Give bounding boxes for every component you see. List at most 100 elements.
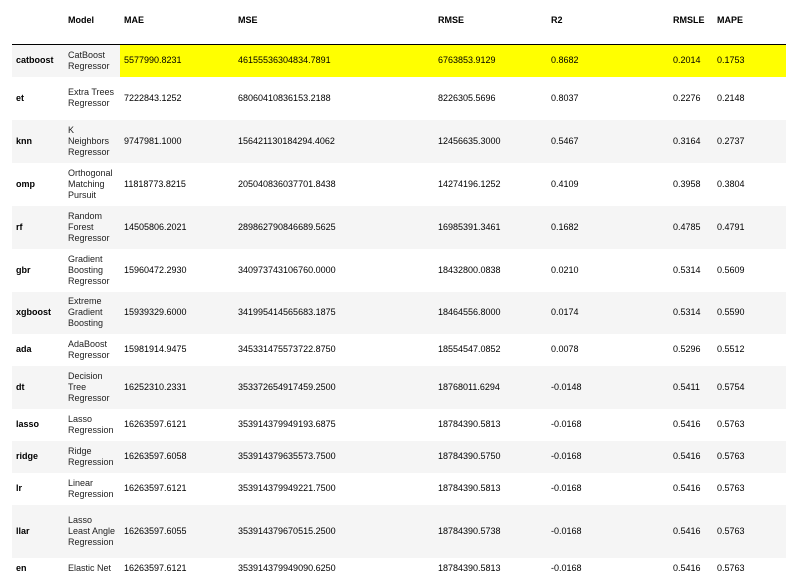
row-index: llar bbox=[16, 525, 30, 536]
mape-cell: 0.4791 bbox=[717, 221, 745, 232]
mse-cell: 353914379949193.6875 bbox=[238, 419, 336, 429]
model-name: Ridge Regression bbox=[68, 445, 114, 467]
mape-cell: 0.5609 bbox=[717, 264, 745, 275]
mse-cell: 205040836037701.8438 bbox=[238, 178, 336, 189]
model-name: Decision Tree Regressor bbox=[68, 370, 110, 403]
rmse-cell: 16985391.3461 bbox=[438, 221, 501, 232]
r2-cell: 0.5467 bbox=[551, 135, 579, 146]
row-index: rf bbox=[16, 221, 23, 232]
mae-cell: 16263597.6121 bbox=[124, 563, 187, 573]
header-mape: MAPE bbox=[713, 8, 786, 45]
rmse-cell: 12456635.3000 bbox=[438, 135, 501, 146]
table-row: ridge Ridge Regression 16263597.6058 353… bbox=[12, 440, 786, 473]
model-name: Random Forest Regressor bbox=[68, 210, 110, 243]
model-name: Extra Trees Regressor bbox=[68, 87, 115, 108]
rmse-cell: 18554547.0852 bbox=[438, 344, 501, 354]
rmsle-cell: 0.5314 bbox=[673, 264, 701, 275]
row-index: et bbox=[16, 92, 25, 103]
r2-cell: 0.4109 bbox=[551, 178, 579, 189]
mae-cell: 14505806.2021 bbox=[124, 221, 187, 232]
r2-cell: -0.0168 bbox=[551, 451, 582, 461]
mape-cell: 0.2737 bbox=[717, 135, 745, 146]
mape-cell: 0.1753 bbox=[713, 44, 786, 77]
mape-cell: 0.5754 bbox=[717, 381, 745, 392]
mae-cell: 11818773.8215 bbox=[124, 178, 186, 189]
rmse-cell: 8226305.5696 bbox=[438, 92, 496, 103]
rmsle-cell: 0.5416 bbox=[673, 419, 701, 429]
table-row: llar Lasso Least Angle Regression 162635… bbox=[12, 504, 786, 558]
header-mse: MSE bbox=[234, 8, 434, 45]
rmsle-cell: 0.5411 bbox=[673, 381, 700, 392]
row-index: lr bbox=[16, 483, 23, 493]
mae-cell: 15960472.2930 bbox=[124, 264, 187, 275]
rmse-cell: 18784390.5750 bbox=[438, 451, 501, 461]
mse-cell: 341995414565683.1875 bbox=[238, 307, 336, 317]
mae-cell: 16263597.6121 bbox=[124, 419, 187, 429]
model-name: Linear Regression bbox=[68, 477, 114, 499]
mae-cell: 16252310.2331 bbox=[124, 381, 187, 392]
model-name: AdaBoost Regressor bbox=[68, 338, 110, 360]
table-row: lr Linear Regression 16263597.6121 35391… bbox=[12, 472, 786, 505]
row-index: lasso bbox=[16, 419, 40, 429]
mape-cell: 0.5763 bbox=[717, 525, 745, 536]
model-name: CatBoost Regressor bbox=[68, 49, 110, 71]
mse-cell: 289862790846689.5625 bbox=[238, 221, 336, 232]
row-index: dt bbox=[16, 381, 25, 392]
table-row: gbr Gradient Boosting Regressor 15960472… bbox=[12, 248, 786, 292]
rmse-cell: 18784390.5813 bbox=[438, 419, 501, 429]
mape-cell: 0.5763 bbox=[717, 419, 745, 429]
table-row: lasso Lasso Regression 16263597.6121 353… bbox=[12, 408, 786, 441]
mae-cell: 7222843.1252 bbox=[124, 92, 182, 103]
rmsle-cell: 0.5416 bbox=[673, 451, 701, 461]
rmse-cell: 18784390.5813 bbox=[438, 483, 501, 493]
mse-cell: 353914379635573.7500 bbox=[238, 451, 336, 461]
mse-cell: 345331475573722.8750 bbox=[238, 344, 336, 354]
mse-cell: 340973743106760.0000 bbox=[238, 264, 336, 275]
r2-cell: 0.8037 bbox=[551, 92, 579, 103]
header-mae: MAE bbox=[120, 8, 234, 45]
mse-cell: 353914379949090.6250 bbox=[238, 563, 336, 573]
r2-cell: 0.0174 bbox=[551, 307, 579, 317]
mse-cell: 353372654917459.2500 bbox=[238, 381, 336, 392]
model-name: Extreme Gradient Boosting bbox=[68, 296, 104, 328]
mae-cell: 15939329.6000 bbox=[124, 307, 187, 317]
model-comparison-table: Model MAE MSE RMSE R2 RMSLE MAPE catboos… bbox=[12, 8, 786, 580]
rmsle-cell: 0.2276 bbox=[673, 92, 701, 103]
table-row: omp Orthogonal Matching Pursuit 11818773… bbox=[12, 162, 786, 206]
r2-cell: 0.0078 bbox=[551, 344, 579, 354]
model-name: Lasso Least Angle Regression bbox=[68, 514, 116, 547]
mae-cell: 9747981.1000 bbox=[124, 135, 182, 146]
mae-cell: 15981914.9475 bbox=[124, 344, 187, 354]
model-name: Lasso Regression bbox=[68, 413, 114, 435]
rmse-cell: 18464556.8000 bbox=[438, 307, 501, 317]
mape-cell: 0.5763 bbox=[717, 451, 745, 461]
r2-cell: -0.0148 bbox=[551, 381, 582, 392]
table-row: en Elastic Net 16263597.6121 35391437994… bbox=[12, 557, 786, 580]
header-row: Model MAE MSE RMSE R2 RMSLE MAPE bbox=[12, 8, 786, 45]
rmse-cell: 18768011.6294 bbox=[438, 381, 500, 392]
rmsle-cell: 0.5416 bbox=[673, 483, 701, 493]
r2-cell: -0.0168 bbox=[551, 419, 582, 429]
mae-cell: 16263597.6055 bbox=[124, 525, 187, 536]
row-index: xgboost bbox=[16, 307, 51, 317]
rmsle-cell: 0.5314 bbox=[673, 307, 701, 317]
table-body: catboost CatBoost Regressor 5577990.8231… bbox=[12, 44, 786, 580]
r2-cell: -0.0168 bbox=[551, 483, 582, 493]
row-index: ridge bbox=[16, 451, 39, 461]
table-header: Model MAE MSE RMSE R2 RMSLE MAPE bbox=[12, 8, 786, 45]
rmsle-cell: 0.4785 bbox=[673, 221, 701, 232]
header-rmse: RMSE bbox=[434, 8, 547, 45]
row-index: omp bbox=[16, 178, 35, 189]
rmse-cell: 6763853.9129 bbox=[434, 44, 547, 77]
rmse-cell: 14274196.1252 bbox=[438, 178, 501, 189]
row-index: ada bbox=[16, 344, 32, 354]
header-model: Model bbox=[64, 8, 120, 45]
mse-cell: 46155536304834.7891 bbox=[234, 44, 434, 77]
mae-cell: 5577990.8231 bbox=[120, 44, 234, 77]
mse-cell: 353914379949221.7500 bbox=[238, 483, 336, 493]
model-name: K Neighbors Regressor bbox=[68, 124, 110, 157]
mse-cell: 68060410836153.2188 bbox=[238, 92, 331, 103]
mape-cell: 0.3804 bbox=[717, 178, 745, 189]
header-rmsle: RMSLE bbox=[669, 8, 713, 45]
table-row: knn K Neighbors Regressor 9747981.1000 1… bbox=[12, 119, 786, 163]
